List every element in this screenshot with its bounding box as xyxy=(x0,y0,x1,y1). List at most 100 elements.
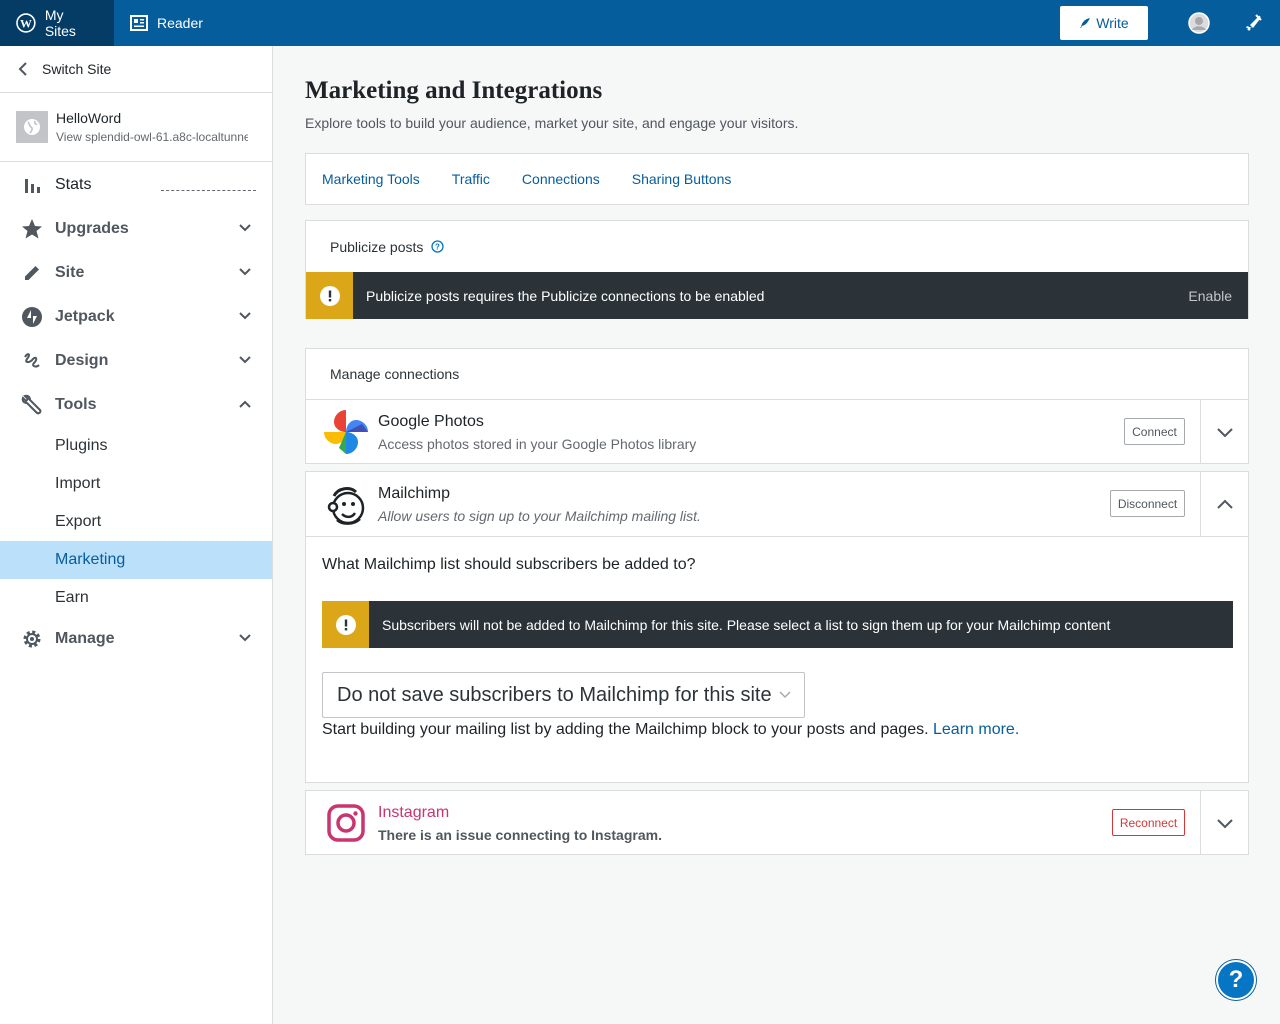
wrench-icon xyxy=(21,394,43,416)
service-google-photos: Google Photos Access photos stored in yo… xyxy=(305,399,1249,464)
design-icon xyxy=(21,350,43,372)
sidebar-subitem-earn[interactable]: Earn xyxy=(0,579,272,617)
service-instagram: Instagram There is an issue connecting t… xyxy=(305,790,1249,855)
my-sites-button[interactable]: W My Sites xyxy=(0,0,114,46)
site-name: HelloWord xyxy=(56,110,122,126)
service-description: Access photos stored in your Google Phot… xyxy=(378,435,697,452)
wordpress-icon: W xyxy=(16,13,36,33)
svg-text:?: ? xyxy=(435,243,440,252)
sidebar-item-tools[interactable]: Tools xyxy=(0,383,272,427)
notifications-button[interactable] xyxy=(1226,0,1280,46)
reader-icon xyxy=(130,15,148,31)
instagram-icon xyxy=(322,799,370,847)
profile-button[interactable] xyxy=(1172,0,1226,46)
service-name: Mailchimp xyxy=(378,484,451,502)
write-button[interactable]: Write xyxy=(1060,6,1148,40)
reader-button[interactable]: Reader xyxy=(114,0,219,46)
notice-icon xyxy=(322,601,369,648)
stats-icon xyxy=(21,174,43,196)
tab-connections[interactable]: Connections xyxy=(522,171,600,187)
connect-button[interactable]: Connect xyxy=(1124,418,1185,445)
publicize-header: Publicize posts ? xyxy=(306,221,1248,272)
chevron-left-icon xyxy=(18,62,27,76)
write-label: Write xyxy=(1096,15,1129,31)
gear-icon xyxy=(21,628,43,650)
chevron-up-icon xyxy=(1216,499,1233,509)
service-description: Allow users to sign up to your Mailchimp… xyxy=(378,507,701,524)
mailchimp-question: What Mailchimp list should subscribers b… xyxy=(322,556,696,573)
service-name: Instagram xyxy=(378,803,450,821)
switch-site-label: Switch Site xyxy=(42,61,112,77)
star-icon xyxy=(21,218,43,240)
expand-toggle[interactable] xyxy=(1200,400,1248,464)
chevron-down-icon xyxy=(239,312,251,320)
sidebar-subitem-import[interactable]: Import xyxy=(0,465,272,503)
stats-sparkline xyxy=(161,190,256,191)
sidebar-subitem-plugins[interactable]: Plugins xyxy=(0,427,272,465)
notice-text: Subscribers will not be added to Mailchi… xyxy=(382,616,1111,633)
tab-marketing-tools[interactable]: Marketing Tools xyxy=(322,171,420,187)
site-url[interactable]: View splendid-owl-61.a8c-localtunnel xyxy=(56,130,248,144)
help-text: Start building your mailing list by addi… xyxy=(322,721,929,738)
sidebar-item-label: Site xyxy=(55,264,85,281)
disconnect-button[interactable]: Disconnect xyxy=(1110,490,1185,517)
learn-more-link[interactable]: Learn more. xyxy=(933,721,1019,738)
service-mailchimp: Mailchimp Allow users to sign up to your… xyxy=(305,471,1249,783)
google-photos-icon xyxy=(322,408,370,456)
mailchimp-list-select[interactable]: Do not save subscribers to Mailchimp for… xyxy=(322,672,805,718)
alert-icon xyxy=(319,285,340,306)
mailchimp-help: Start building your mailing list by addi… xyxy=(322,721,1019,739)
sidebar-item-label: Upgrades xyxy=(55,220,129,237)
mailchimp-icon xyxy=(322,480,370,528)
expand-toggle[interactable] xyxy=(1200,791,1248,855)
page-title: Marketing and Integrations xyxy=(305,77,603,104)
reader-label: Reader xyxy=(157,15,203,31)
bell-icon xyxy=(1246,14,1262,31)
notice-text: Publicize posts requires the Publicize c… xyxy=(366,287,765,304)
sidebar-subitem-export[interactable]: Export xyxy=(0,503,272,541)
chevron-down-icon xyxy=(239,356,251,364)
notice-icon xyxy=(306,272,353,319)
sidebar-item-label: Jetpack xyxy=(55,308,115,325)
alert-icon xyxy=(335,614,356,635)
chevron-down-icon xyxy=(1216,428,1233,438)
sidebar-item-upgrades[interactable]: Upgrades xyxy=(0,207,272,251)
chevron-up-icon xyxy=(239,400,251,408)
masterbar: W My Sites Reader Write xyxy=(0,0,1280,46)
publicize-notice: Publicize posts requires the Publicize c… xyxy=(306,272,1248,319)
current-site[interactable]: HelloWord View splendid-owl-61.a8c-local… xyxy=(0,93,272,162)
help-button[interactable]: ? xyxy=(1216,960,1256,1000)
sidebar-item-design[interactable]: Design xyxy=(0,339,272,383)
sidebar-item-site[interactable]: Site xyxy=(0,251,272,295)
sidebar-item-label: Manage xyxy=(55,630,115,647)
sidebar-item-label: Stats xyxy=(55,175,92,193)
sidebar: Switch Site HelloWord View splendid-owl-… xyxy=(0,46,273,1024)
help-circle-icon[interactable]: ? xyxy=(431,240,445,253)
publicize-heading: Publicize posts xyxy=(330,238,424,255)
my-sites-label: My Sites xyxy=(44,7,76,39)
enable-button[interactable]: Enable xyxy=(1188,288,1232,304)
sidebar-item-manage[interactable]: Manage xyxy=(0,617,272,661)
select-value: Do not save subscribers to Mailchimp for… xyxy=(337,683,772,706)
mailchimp-notice: Subscribers will not be added to Mailchi… xyxy=(322,601,1233,648)
service-name: Google Photos xyxy=(378,412,484,430)
chevron-down-icon xyxy=(239,634,251,642)
chevron-down-icon xyxy=(239,224,251,232)
sidebar-item-stats[interactable]: Stats xyxy=(0,162,272,207)
reconnect-button[interactable]: Reconnect xyxy=(1112,809,1185,836)
manage-connections-header: Manage connections xyxy=(305,348,1249,400)
tab-sharing-buttons[interactable]: Sharing Buttons xyxy=(632,171,732,187)
sidebar-item-label: Design xyxy=(55,352,109,369)
service-description: There is an issue connecting to Instagra… xyxy=(378,826,662,843)
collapse-toggle[interactable] xyxy=(1200,472,1248,536)
chevron-down-icon xyxy=(239,268,251,276)
avatar-icon xyxy=(1188,12,1210,34)
pencil-icon xyxy=(21,262,43,284)
quill-icon xyxy=(1080,18,1091,28)
sidebar-item-jetpack[interactable]: Jetpack xyxy=(0,295,272,339)
section-nav: Marketing Tools Traffic Connections Shar… xyxy=(305,153,1249,205)
switch-site-button[interactable]: Switch Site xyxy=(0,46,272,93)
chevron-down-icon xyxy=(779,691,791,699)
sidebar-subitem-marketing[interactable]: Marketing xyxy=(0,541,272,579)
tab-traffic[interactable]: Traffic xyxy=(452,171,490,187)
